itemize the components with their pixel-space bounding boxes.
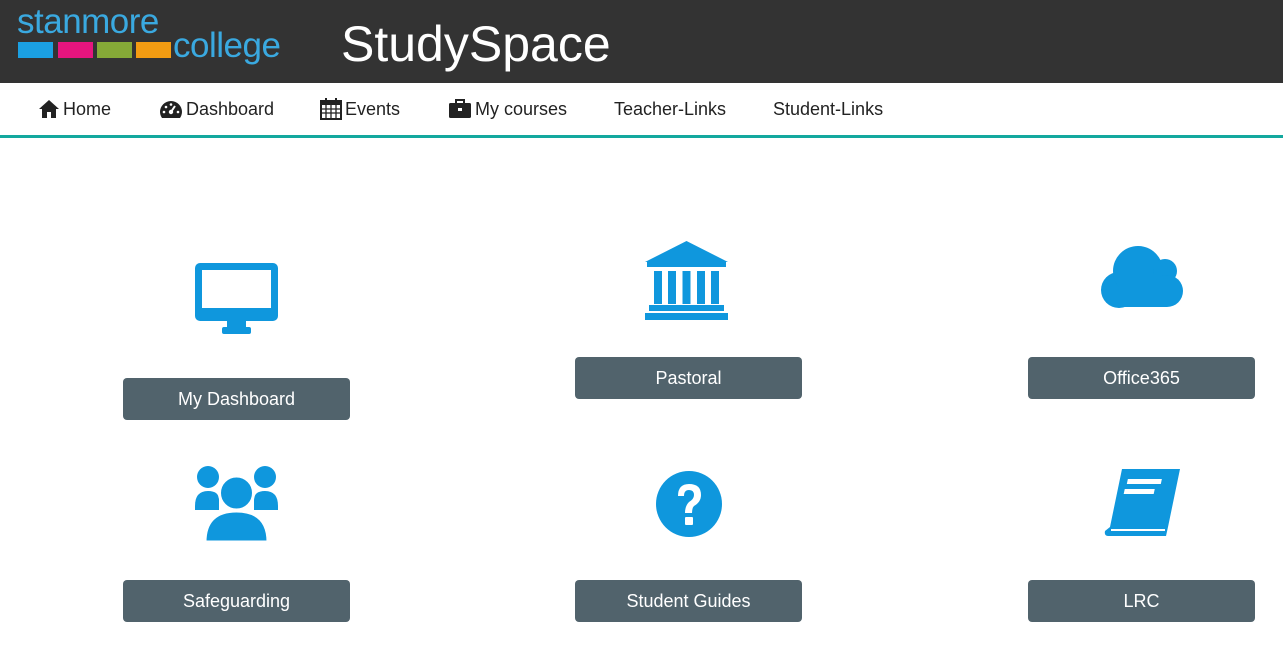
nav-item-home[interactable]: Home [38, 83, 111, 135]
safeguarding-label: Safeguarding [182, 590, 291, 611]
logo-swatch-blue [18, 42, 53, 58]
nav-item-dashboard[interactable]: Dashboard [159, 83, 274, 135]
lrc-label: LRC [1123, 590, 1160, 611]
calendar-icon [320, 98, 342, 120]
cloud-icon[interactable] [1099, 246, 1184, 308]
logo-swatch-green [97, 42, 132, 58]
nav-label-my-courses: My courses [475, 98, 568, 119]
nav-item-events[interactable]: Events [320, 83, 400, 135]
nav-item-my-courses[interactable]: My courses [448, 83, 567, 135]
office365-button[interactable]: Office365 [1028, 357, 1255, 399]
logo-text-stanmore: stanmore [17, 2, 159, 41]
main-nav: Home Dashboard Events My courses Teacher… [0, 83, 1283, 138]
question-circle-icon[interactable] [656, 471, 722, 537]
lrc-button[interactable]: LRC [1028, 580, 1255, 622]
student-guides-button[interactable]: Student Guides [575, 580, 802, 622]
nav-label-dashboard: Dashboard [186, 98, 275, 119]
pastoral-label: Pastoral [655, 367, 722, 388]
monitor-icon[interactable] [195, 263, 278, 335]
logo-swatch-pink [58, 42, 93, 58]
nav-label-home: Home [63, 98, 112, 119]
app-title: StudySpace [341, 16, 611, 72]
student-guides-label: Student Guides [626, 590, 751, 611]
logo-swatch-orange [136, 42, 171, 58]
pastoral-button[interactable]: Pastoral [575, 357, 802, 399]
my-dashboard-label: My Dashboard [177, 388, 296, 409]
home-icon [39, 100, 59, 118]
nav-label-student-links: Student-Links [773, 98, 884, 119]
briefcase-icon [449, 99, 471, 118]
nav-label-teacher-links: Teacher-Links [614, 98, 727, 119]
nav-label-events: Events [345, 98, 401, 119]
my-dashboard-button[interactable]: My Dashboard [123, 378, 350, 420]
college-logo[interactable]: stanmore college [17, 2, 317, 65]
book-icon[interactable] [1104, 469, 1180, 537]
dashboard-icon [160, 101, 182, 118]
users-icon[interactable] [195, 464, 278, 544]
safeguarding-button[interactable]: Safeguarding [123, 580, 350, 622]
header-bar: stanmore college StudySpace [0, 0, 1283, 83]
nav-item-student-links[interactable]: Student-Links [773, 83, 883, 135]
office365-label: Office365 [1103, 367, 1180, 388]
bank-icon[interactable] [645, 241, 728, 320]
logo-text-college: college [173, 26, 281, 65]
nav-item-teacher-links[interactable]: Teacher-Links [614, 83, 726, 135]
